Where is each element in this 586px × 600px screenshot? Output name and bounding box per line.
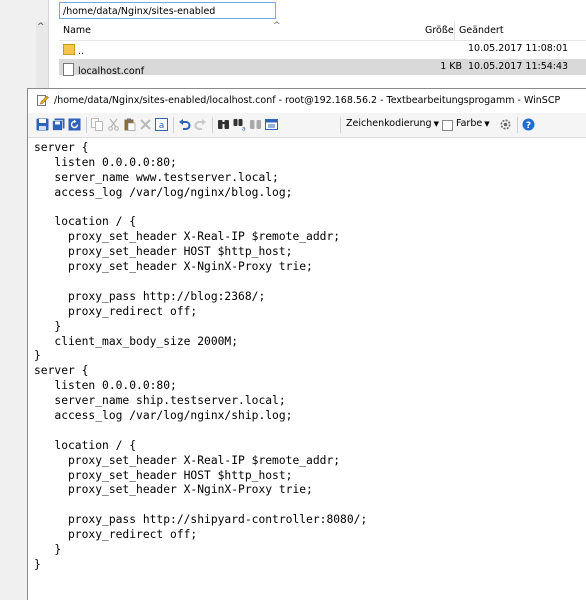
code-line[interactable]: proxy_set_header X-NginX-Proxy trie; <box>34 483 584 498</box>
redo-icon[interactable] <box>194 118 207 131</box>
code-line[interactable]: server_name ship.testserver.local; <box>34 394 584 409</box>
scroll-up-icon[interactable]: ^ <box>37 22 45 32</box>
column-size-header[interactable]: Größe <box>425 25 454 36</box>
paste-icon[interactable] <box>123 118 136 131</box>
code-line[interactable]: proxy_set_header X-NginX-Proxy trie; <box>34 260 584 275</box>
file-panel: ^ /home/data/Nginx/sites-enabled Name Gr… <box>0 0 586 88</box>
code-line[interactable]: client_max_body_size 2000M; <box>34 335 584 350</box>
delete-icon[interactable] <box>139 118 152 131</box>
code-line[interactable]: server_name www.testserver.local; <box>34 171 584 186</box>
file-name: .. <box>78 46 85 57</box>
file-changed: 10.05.2017 11:54:43 <box>468 61 569 72</box>
save-icon[interactable] <box>36 118 49 131</box>
column-header-row: Name Größe Geändert <box>59 22 586 41</box>
code-line[interactable]: } <box>34 349 584 364</box>
editor-title: /home/data/Nginx/sites-enabled/localhost… <box>54 95 561 106</box>
code-line[interactable]: } <box>34 558 584 573</box>
code-line[interactable]: proxy_set_header HOST $http_host; <box>34 469 584 484</box>
code-line[interactable]: access_log /var/log/nginx/blog.log; <box>34 186 584 201</box>
code-line[interactable]: proxy_redirect off; <box>34 305 584 320</box>
svg-text:a: a <box>159 121 165 131</box>
select-all-icon[interactable]: a <box>155 118 168 131</box>
encoding-label: Zeichenkodierung <box>346 118 432 129</box>
save-all-icon[interactable] <box>52 118 65 131</box>
replace-icon[interactable]: ac <box>233 118 246 131</box>
code-line[interactable]: proxy_pass http://shipyard-controller:80… <box>34 513 584 528</box>
svg-text:?: ? <box>526 121 531 131</box>
code-line[interactable]: location / { <box>34 215 584 230</box>
code-line[interactable]: listen 0.0.0.0:80; <box>34 156 584 171</box>
code-line[interactable]: proxy_pass http://blog:2368/; <box>34 290 584 305</box>
path-field[interactable]: /home/data/Nginx/sites-enabled <box>59 2 276 19</box>
find-icon[interactable] <box>217 118 230 131</box>
code-line[interactable]: listen 0.0.0.0:80; <box>34 379 584 394</box>
file-row-parent[interactable]: .. 10.05.2017 11:08:01 <box>59 41 586 57</box>
code-line[interactable]: } <box>34 320 584 335</box>
left-panel-strip: ^ <box>0 0 49 88</box>
color-label: Farbe <box>456 118 483 129</box>
code-line[interactable]: } <box>34 543 584 558</box>
undo-icon[interactable] <box>178 118 191 131</box>
settings-icon[interactable] <box>499 118 512 131</box>
code-line[interactable]: proxy_set_header X-Real-IP $remote_addr; <box>34 230 584 245</box>
code-line[interactable] <box>34 498 584 513</box>
cut-icon[interactable] <box>107 118 120 131</box>
code-line[interactable]: server { <box>34 141 584 156</box>
editor-toolbar: a ac Zeichenkodierung▼ Farbe▼ ? <box>28 113 586 138</box>
left-scrollbar[interactable]: ^ <box>36 22 48 88</box>
code-editor[interactable]: server { listen 0.0.0.0:80; server_name … <box>34 141 584 597</box>
color-dropdown[interactable]: Farbe ▼ <box>456 118 490 129</box>
goto-line-icon[interactable] <box>265 118 278 131</box>
code-line[interactable]: access_log /var/log/nginx/ship.log; <box>34 409 584 424</box>
edit-document-icon <box>37 95 49 106</box>
chevron-down-icon: ▼ <box>433 120 439 128</box>
parent-dir-icon <box>63 44 75 55</box>
column-name-header[interactable]: Name <box>63 25 91 36</box>
column-separator <box>454 22 455 40</box>
file-icon <box>63 63 74 76</box>
editor-window: /home/data/Nginx/sites-enabled/localhost… <box>27 88 586 600</box>
svg-text:ac: ac <box>242 126 246 132</box>
code-line[interactable] <box>34 201 584 216</box>
file-size: 1 KB <box>440 61 462 72</box>
editor-titlebar[interactable]: /home/data/Nginx/sites-enabled/localhost… <box>28 89 586 113</box>
file-row-localhost-conf[interactable]: localhost.conf 1 KB 10.05.2017 11:54:43 <box>59 59 586 77</box>
code-line[interactable]: proxy_set_header HOST $http_host; <box>34 245 584 260</box>
code-line[interactable]: proxy_redirect off; <box>34 528 584 543</box>
reload-icon[interactable] <box>68 118 81 131</box>
file-changed: 10.05.2017 11:08:01 <box>468 43 569 54</box>
find-next-icon[interactable] <box>249 118 262 131</box>
color-checkbox[interactable] <box>442 120 453 131</box>
file-name: localhost.conf <box>78 66 145 77</box>
code-line[interactable] <box>34 275 584 290</box>
column-changed-header[interactable]: Geändert <box>459 25 504 36</box>
help-icon[interactable]: ? <box>522 118 535 131</box>
code-line[interactable]: location / { <box>34 439 584 454</box>
code-line[interactable]: server { <box>34 364 584 379</box>
code-line[interactable]: proxy_set_header X-Real-IP $remote_addr; <box>34 454 584 469</box>
code-line[interactable] <box>34 424 584 439</box>
chevron-down-icon: ▼ <box>484 120 490 128</box>
sort-caret-icon: ^ <box>273 21 281 31</box>
encoding-dropdown[interactable]: Zeichenkodierung ▼ <box>346 118 439 129</box>
copy-icon[interactable] <box>91 118 104 131</box>
